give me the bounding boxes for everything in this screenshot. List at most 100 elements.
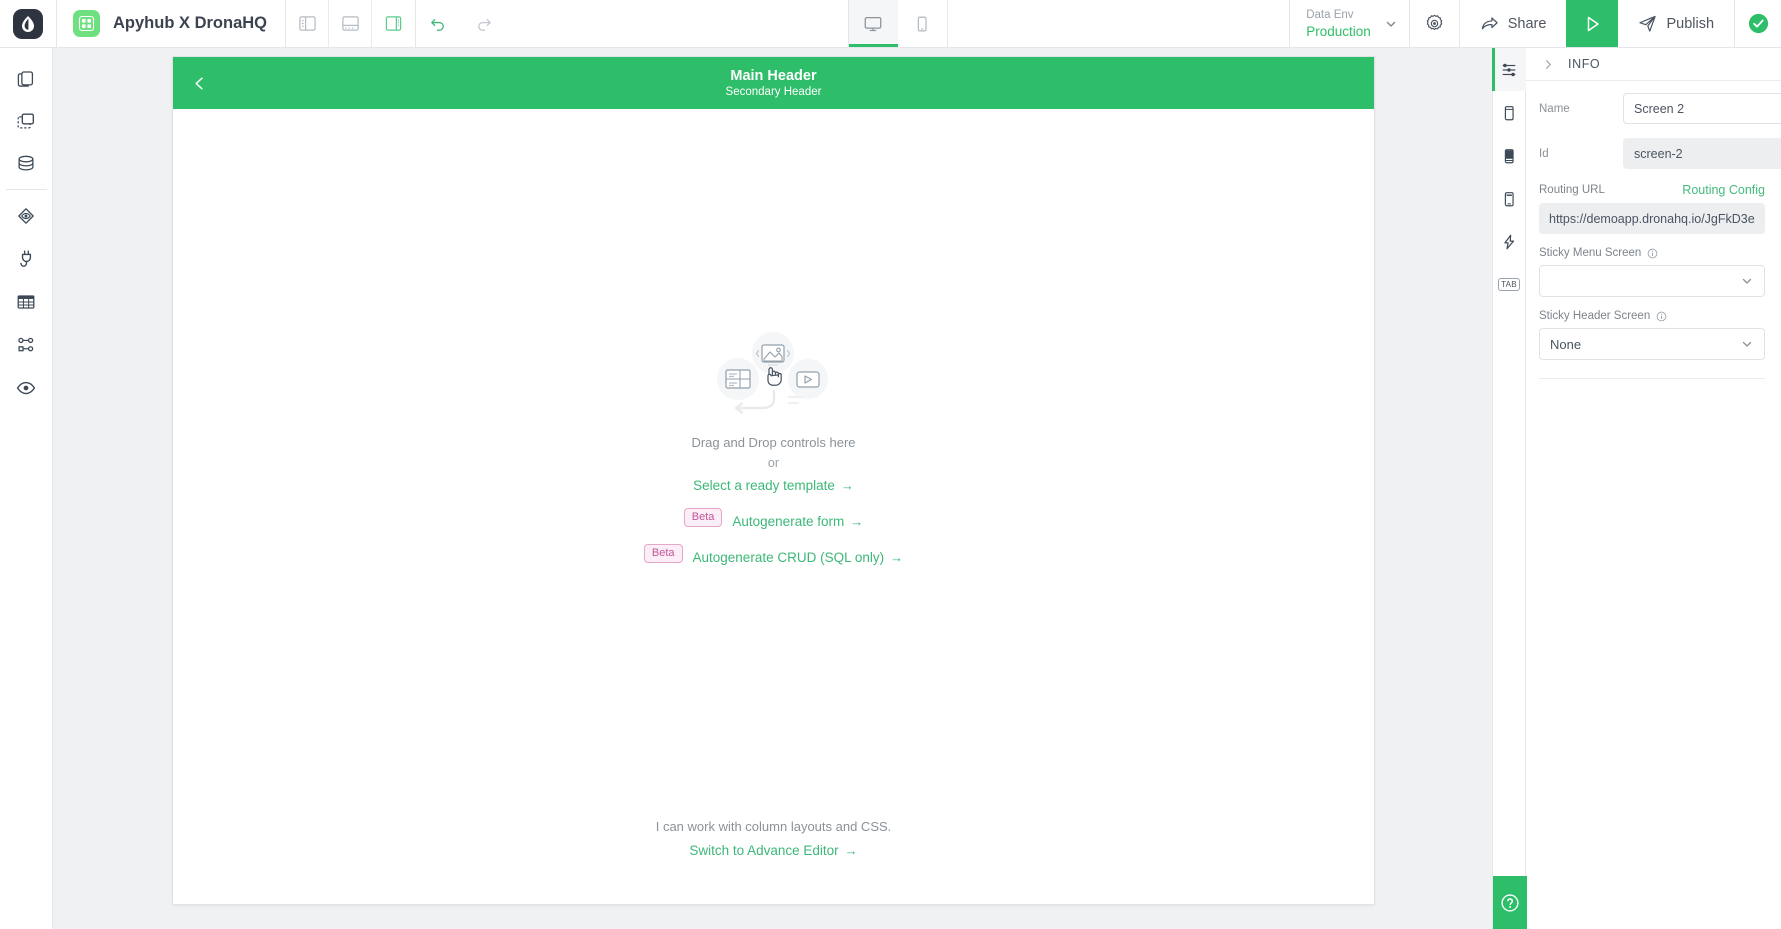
eye-icon: [15, 377, 37, 399]
screen-body[interactable]: Drag and Drop controls here or Select a …: [173, 109, 1374, 904]
select-template-label: Select a ready template: [693, 478, 835, 493]
brand-logo[interactable]: [0, 0, 57, 47]
layout-button-group: [286, 0, 415, 47]
save-status-button[interactable]: [1735, 0, 1781, 47]
top-bar: Apyhub X DronaHQ: [0, 0, 1781, 48]
chevron-down-icon: [1740, 337, 1754, 351]
info-icon[interactable]: [1647, 248, 1658, 259]
sidebar-item-tables[interactable]: [0, 280, 53, 323]
rail-item-header[interactable]: [1492, 134, 1526, 177]
phone-header-icon: [1500, 147, 1518, 165]
app-name-block[interactable]: Apyhub X DronaHQ: [57, 0, 286, 47]
info-panel-body: Name Id Routing URL Routing Config Stick…: [1526, 81, 1781, 379]
sticky-header-select[interactable]: None: [1539, 328, 1765, 360]
undo-button[interactable]: [416, 0, 461, 47]
sidebar-item-containers[interactable]: [0, 99, 53, 142]
name-input[interactable]: [1623, 93, 1781, 124]
sidebar-item-workflows[interactable]: [0, 323, 53, 366]
info-icon[interactable]: [1656, 311, 1667, 322]
sidebar-item-connectors[interactable]: [0, 237, 53, 280]
share-label: Share: [1508, 16, 1547, 32]
canvas-area: Main Header Secondary Header: [53, 48, 1492, 929]
property-icon-rail: TAB: [1492, 48, 1526, 929]
toolbar-spacer: [506, 0, 848, 47]
arrow-right-icon: →: [841, 478, 854, 493]
sliders-icon: [1500, 61, 1518, 79]
rail-item-screen[interactable]: [1492, 91, 1526, 134]
panel-layout-icon[interactable]: [372, 0, 415, 47]
rail-item-actions[interactable]: [1492, 220, 1526, 263]
chevron-right-icon[interactable]: [1542, 58, 1555, 71]
autogenerate-form-label: Autogenerate form: [732, 514, 844, 529]
publish-button[interactable]: Publish: [1618, 0, 1735, 47]
switch-advance-editor-link[interactable]: Switch to Advance Editor →: [689, 843, 857, 858]
autogenerate-crud-label: Autogenerate CRUD (SQL only): [693, 550, 885, 565]
sidebar-item-preview[interactable]: [0, 194, 53, 237]
sticky-header-block: Sticky Header Screen None: [1539, 310, 1765, 360]
sticky-menu-select[interactable]: [1539, 265, 1765, 297]
id-field-row: Id: [1539, 138, 1765, 169]
sidebar-item-visibility[interactable]: [0, 366, 53, 409]
routing-url-header: Routing URL Routing Config: [1539, 183, 1765, 197]
dronahq-drop-logo: [13, 9, 43, 39]
sticky-menu-label-row: Sticky Menu Screen: [1539, 247, 1765, 259]
name-field-row: Name: [1539, 93, 1765, 124]
sticky-menu-label: Sticky Menu Screen: [1539, 247, 1641, 259]
question-circle-icon: [1499, 892, 1521, 914]
rail-item-properties[interactable]: [1492, 48, 1526, 91]
sticky-menu-block: Sticky Menu Screen: [1539, 247, 1765, 297]
rail-item-tabs[interactable]: TAB: [1492, 263, 1526, 306]
sticky-header-label-row: Sticky Header Screen: [1539, 310, 1765, 322]
routing-url-label: Routing URL: [1539, 184, 1605, 196]
advance-editor-note: I can work with column layouts and CSS. …: [173, 819, 1374, 860]
routing-url-input[interactable]: [1539, 203, 1765, 234]
sticky-header-label: Sticky Header Screen: [1539, 310, 1650, 322]
autogenerate-form-link[interactable]: Autogenerate form →: [732, 514, 863, 529]
info-panel-header: INFO: [1526, 48, 1781, 81]
screens-icon: [15, 67, 37, 89]
data-env-selector[interactable]: Data Env Production: [1289, 0, 1410, 47]
autogenerate-crud-row[interactable]: Beta Autogenerate CRUD (SQL only) →: [644, 542, 903, 565]
phone-outline-icon: [1500, 104, 1518, 122]
sidebar-item-data[interactable]: [0, 142, 53, 185]
redo-button[interactable]: [461, 0, 506, 47]
autogenerate-form-row[interactable]: Beta Autogenerate form →: [684, 506, 863, 529]
settings-button[interactable]: [1410, 0, 1460, 47]
workflow-nodes-icon: [15, 334, 37, 356]
app-grid-icon: [73, 10, 100, 37]
switch-advance-editor-label: Switch to Advance Editor: [689, 843, 838, 858]
sidebar-divider: [6, 189, 47, 190]
check-circle-icon: [1747, 12, 1770, 35]
id-label: Id: [1539, 148, 1623, 160]
lightning-icon: [1500, 233, 1518, 251]
data-env-label: Data Env: [1306, 8, 1371, 22]
phone-menu-icon: [1500, 190, 1518, 208]
chevron-left-icon[interactable]: [185, 69, 213, 97]
sidebar-layout-icon[interactable]: [286, 0, 329, 47]
dropzone-or: or: [768, 456, 779, 470]
select-template-link[interactable]: Select a ready template →: [693, 478, 854, 493]
app-screen-header: Main Header Secondary Header: [173, 57, 1374, 109]
beta-badge: Beta: [644, 544, 683, 563]
advance-editor-text: I can work with column layouts and CSS.: [173, 819, 1374, 834]
data-env-value: Production: [1306, 23, 1371, 40]
mobile-view-icon[interactable]: [898, 0, 947, 47]
help-button[interactable]: [1493, 876, 1527, 929]
sidebar-item-screens[interactable]: [0, 56, 53, 99]
rail-item-menu[interactable]: [1492, 177, 1526, 220]
play-icon: [1581, 13, 1603, 35]
preview-play-button[interactable]: [1566, 0, 1618, 47]
publish-label: Publish: [1666, 16, 1714, 32]
footer-layout-icon[interactable]: [329, 0, 372, 47]
plug-icon: [15, 248, 37, 270]
arrow-right-icon: →: [850, 514, 863, 529]
dropzone[interactable]: Drag and Drop controls here or Select a …: [644, 331, 903, 565]
arrow-right-icon: →: [845, 843, 858, 858]
chevron-down-icon: [1385, 18, 1397, 30]
share-button[interactable]: Share: [1460, 0, 1567, 47]
tab-badge-icon: TAB: [1498, 278, 1520, 291]
autogenerate-crud-link[interactable]: Autogenerate CRUD (SQL only) →: [693, 550, 904, 565]
container-icon: [15, 110, 37, 132]
routing-config-link[interactable]: Routing Config: [1682, 183, 1765, 197]
desktop-view-icon[interactable]: [849, 0, 898, 47]
